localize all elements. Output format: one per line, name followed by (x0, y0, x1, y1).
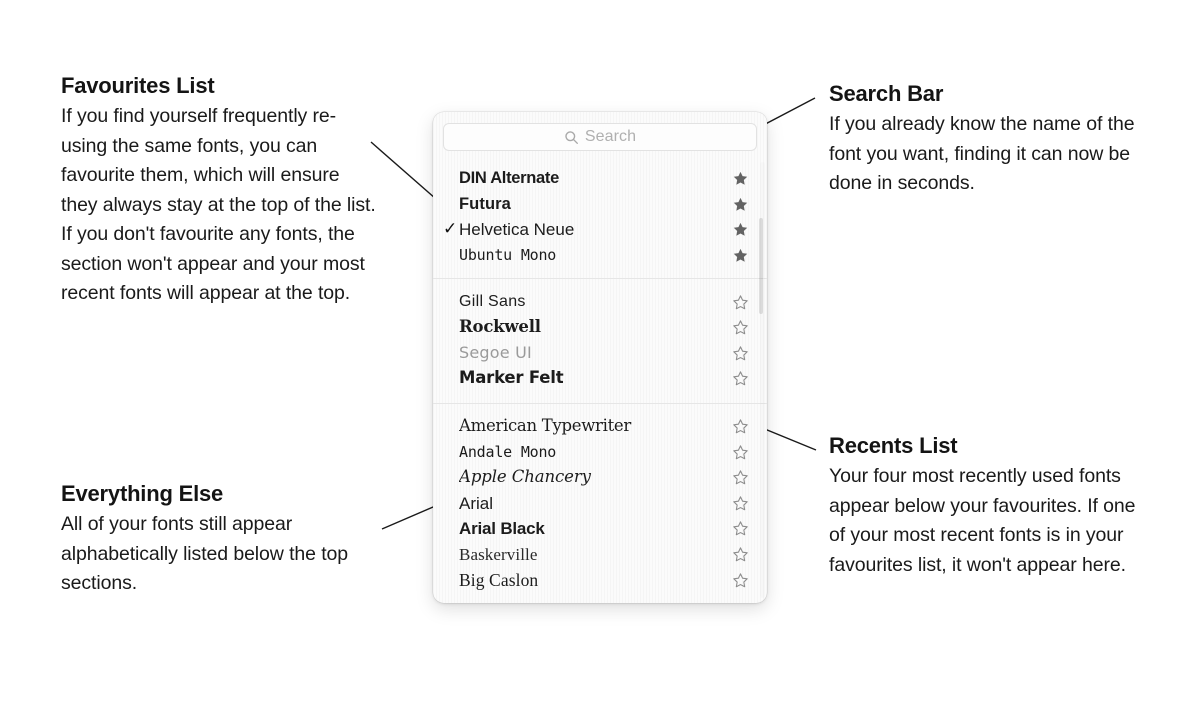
star-outline-icon[interactable] (732, 294, 749, 311)
star-filled-icon[interactable] (732, 196, 749, 213)
annotation-recents-title: Recents List (829, 433, 958, 458)
checkmark-slot-empty (443, 528, 459, 530)
font-name-label: Big Caslon (459, 570, 539, 591)
font-row[interactable]: Apple Chancery (433, 465, 767, 491)
star-outline-icon[interactable] (732, 546, 749, 563)
favourite-toggle[interactable] (729, 444, 749, 461)
font-name-label: American Typewriter (459, 417, 631, 436)
font-section-recents: Gill Sans Rockwell Segoe UI Marker Felt (433, 278, 767, 402)
favourite-toggle[interactable] (729, 170, 749, 187)
favourite-toggle[interactable] (729, 221, 749, 238)
font-name-label: Futura (459, 194, 511, 213)
scrollbar-track[interactable] (758, 162, 765, 598)
annotation-everything-else: Everything Else All of your fonts still … (61, 480, 391, 599)
favourite-toggle[interactable] (729, 572, 749, 589)
star-filled-icon[interactable] (732, 170, 749, 187)
favourite-toggle[interactable] (729, 520, 749, 537)
star-outline-icon[interactable] (732, 418, 749, 435)
annotation-everything-else-title: Everything Else (61, 481, 224, 506)
annotation-search-bar-title: Search Bar (829, 81, 944, 106)
scrollbar-thumb[interactable] (758, 218, 763, 314)
font-name-label: Segoe UI (459, 344, 532, 363)
font-name-label: Rockwell (459, 318, 541, 337)
favourite-toggle[interactable] (729, 370, 749, 387)
font-name-label: Marker Felt (459, 369, 564, 388)
font-name-label: Helvetica Neue (459, 220, 575, 240)
font-row[interactable]: Big Caslon (433, 567, 767, 593)
font-row[interactable]: Ubuntu Mono (433, 243, 767, 269)
checkmark-slot-empty (443, 579, 459, 581)
annotation-favourites-body: If you find yourself frequently re-using… (61, 105, 376, 304)
annotation-favourites-list: Favourites List If you find yourself fre… (61, 72, 381, 309)
star-filled-icon[interactable] (732, 221, 749, 238)
annotation-search-bar: Search Bar If you already know the name … (829, 80, 1149, 199)
font-name-label: DIN Alternate (459, 169, 560, 188)
font-name-label: Baskerville (459, 544, 538, 564)
font-name-label: Gill Sans (459, 292, 526, 310)
font-row[interactable]: Gill Sans (433, 289, 767, 315)
font-row[interactable]: Marker Felt (433, 366, 767, 392)
favourite-toggle[interactable] (729, 495, 749, 512)
font-name-label: Arial (459, 493, 494, 513)
star-outline-icon[interactable] (732, 469, 749, 486)
font-row[interactable]: American Typewriter (433, 414, 767, 440)
annotation-search-bar-body: If you already know the name of the font… (829, 113, 1135, 194)
font-picker-panel: Search DIN Alternate Futura ✓ Helvetica Neu… (433, 112, 767, 603)
favourite-toggle[interactable] (729, 546, 749, 563)
checkmark-slot-empty (443, 327, 459, 329)
star-outline-icon[interactable] (732, 572, 749, 589)
star-outline-icon[interactable] (732, 444, 749, 461)
star-filled-icon[interactable] (732, 247, 749, 264)
star-outline-icon[interactable] (732, 319, 749, 336)
font-row[interactable]: Arial Black (433, 516, 767, 542)
favourite-toggle[interactable] (729, 294, 749, 311)
annotation-favourites-title: Favourites List (61, 73, 215, 98)
favourite-toggle[interactable] (729, 247, 749, 264)
font-section-all-fonts: American Typewriter Andale Mono Apple Chan… (433, 402, 767, 593)
font-list[interactable]: DIN Alternate Futura ✓ Helvetica Neue Ubuntu… (433, 160, 767, 593)
font-row[interactable]: Segoe UI (433, 341, 767, 367)
font-row[interactable]: Rockwell (433, 315, 767, 341)
checkmark-slot-empty (443, 203, 459, 205)
annotation-everything-else-body: All of your fonts still appear alphabeti… (61, 513, 349, 594)
checkmark-slot-empty (443, 451, 459, 453)
annotation-recents-list: Recents List Your four most recently use… (829, 432, 1139, 580)
font-row[interactable]: Futura (433, 192, 767, 218)
search-icon (565, 130, 578, 144)
font-row[interactable]: ✓ Helvetica Neue (433, 217, 767, 243)
favourite-toggle[interactable] (729, 418, 749, 435)
favourite-toggle[interactable] (729, 196, 749, 213)
font-section-favourites: DIN Alternate Futura ✓ Helvetica Neue Ubuntu… (433, 160, 767, 278)
font-name-label: Andale Mono (459, 443, 557, 461)
search-row: Search (433, 112, 767, 160)
font-row[interactable]: Arial (433, 491, 767, 517)
favourite-toggle[interactable] (729, 469, 749, 486)
checkmark-slot-empty (443, 255, 459, 257)
checkmark-slot-empty (443, 352, 459, 354)
search-placeholder: Search (584, 127, 637, 145)
favourite-toggle[interactable] (729, 345, 749, 362)
font-name-label: Arial Black (459, 519, 545, 539)
annotation-recents-body: Your four most recently used fonts appea… (829, 465, 1136, 576)
font-name-label: Ubuntu Mono (459, 246, 557, 264)
star-outline-icon[interactable] (732, 520, 749, 537)
star-outline-icon[interactable] (732, 495, 749, 512)
favourite-toggle[interactable] (729, 319, 749, 336)
checkmark-slot-empty (443, 378, 459, 380)
checkmark-slot-empty (443, 426, 459, 428)
checkmark-slot-empty (443, 301, 459, 303)
font-row[interactable]: DIN Alternate (433, 166, 767, 192)
checkmark-slot-empty (443, 477, 459, 479)
checkmark-slot-empty (443, 554, 459, 556)
checkmark-slot-empty (443, 502, 459, 504)
star-outline-icon[interactable] (732, 370, 749, 387)
checkmark-slot-empty (443, 178, 459, 180)
checkmark-icon: ✓ (443, 219, 458, 239)
font-row[interactable]: Baskerville (433, 542, 767, 568)
font-name-label: Apple Chancery (459, 468, 591, 487)
font-row[interactable]: Andale Mono (433, 439, 767, 465)
star-outline-icon[interactable] (732, 345, 749, 362)
search-input[interactable]: Search (443, 123, 757, 151)
